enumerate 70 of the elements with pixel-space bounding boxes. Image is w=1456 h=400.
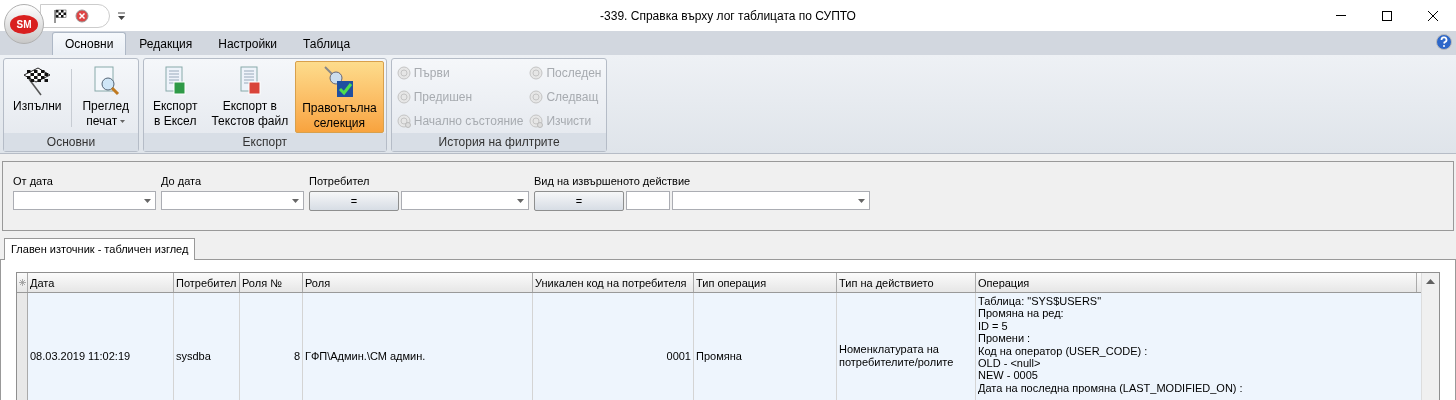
filter-label: Вид на извършеното действие <box>534 174 692 188</box>
code-field[interactable] <box>626 191 670 210</box>
operation-text-line: Промяна на ред: <box>978 307 1064 320</box>
ribbon-button[interactable]: Експорт в Текстов файл <box>204 61 296 133</box>
operation-text-line: Промени : <box>978 332 1031 345</box>
column-header[interactable]: Дата <box>28 273 174 292</box>
customize-toolbar-icon[interactable] <box>118 11 125 20</box>
close-icon <box>1428 10 1438 21</box>
ribbon-button[interactable]: Изпълни <box>6 61 69 133</box>
caret-icon <box>517 198 524 203</box>
column-header[interactable]: Потребител <box>174 273 240 292</box>
dropdown-field[interactable] <box>13 191 156 210</box>
next-record-icon <box>529 90 544 104</box>
vertical-scrollbar[interactable] <box>1421 273 1439 400</box>
caret-icon <box>858 198 865 203</box>
clear-icon <box>529 114 544 128</box>
column-header[interactable]: Тип на действието <box>837 273 976 292</box>
ribbon-button[interactable]: Експорт в Ексел <box>145 61 205 133</box>
table-cell: 08.03.2019 11:02:19 <box>30 349 131 363</box>
ribbon-group-title: Основни <box>4 133 138 151</box>
ribbon-tab[interactable]: Настройки <box>205 32 291 55</box>
checkered-flag-icon[interactable] <box>53 8 67 23</box>
table-cell: ГФП\Админ.\СМ админ. <box>305 349 426 363</box>
operation-text-line: Таблица: "SYS$USERS" <box>978 295 1102 308</box>
table-cell-text: Номенклатурата на потребителите/ролите <box>839 343 955 369</box>
column-header[interactable]: Уникален код на потребителя <box>533 273 694 292</box>
filter-label: Потребител <box>309 174 371 188</box>
spreadsheet-document-icon <box>162 65 189 97</box>
table-cell: sysdba <box>176 349 211 363</box>
filter-label: От дата <box>13 174 54 188</box>
operator-button[interactable]: = <box>309 191 399 211</box>
caret-icon <box>292 198 299 203</box>
ribbon-tab[interactable]: Редакция <box>126 32 206 55</box>
table-cell: 0001 <box>666 349 691 363</box>
operation-text-line: OLD - <null> <box>978 357 1041 370</box>
caret-icon <box>144 198 151 203</box>
table-cell: 8 <box>293 349 300 363</box>
operation-text-line: Дата на последна промяна (LAST_MODIFIED_ON) : <box>978 381 1243 395</box>
dropdown-field[interactable] <box>161 191 304 210</box>
view-tab[interactable]: Главен източник - табличен изглед <box>4 238 196 260</box>
ribbon-group-title: История на филтрите <box>391 133 607 151</box>
row-indicator[interactable] <box>17 293 28 400</box>
previous-record-icon <box>396 90 411 104</box>
ribbon-button[interactable]: Преглед печат <box>75 61 136 133</box>
column-header[interactable]: Роля <box>303 273 533 292</box>
caret-icon <box>120 120 126 124</box>
ribbon-button[interactable]: Правоъгълна селекция <box>295 61 384 133</box>
dropdown-field[interactable] <box>401 191 529 210</box>
maximize-icon <box>1382 10 1392 21</box>
first-record-icon <box>396 66 411 80</box>
reset-icon <box>396 114 411 128</box>
ribbon-tab[interactable]: Таблица <box>290 32 364 55</box>
column-header[interactable]: Роля № <box>240 273 303 292</box>
last-record-icon <box>529 66 544 80</box>
dropdown-field[interactable] <box>672 191 870 210</box>
ribbon-tab[interactable]: Основни <box>52 32 127 55</box>
operator-button[interactable]: = <box>534 191 624 211</box>
filter-label: До дата <box>161 174 203 188</box>
scroll-up-icon <box>1426 279 1435 284</box>
operation-text-line: Код на оператор (USER_CODE) : <box>978 344 1148 358</box>
ribbon-group-title: Експорт <box>143 133 386 151</box>
window-title: -339. Справка върху лог таблицата по СУПТО <box>600 7 856 25</box>
operation-text-line: ID = 5 <box>978 319 1008 333</box>
column-header[interactable]: Операция <box>976 273 1417 292</box>
column-header[interactable]: Тип операция <box>694 273 837 292</box>
operation-text-line: NEW - 0005 <box>978 369 1038 382</box>
table-cell: Промяна <box>696 349 742 363</box>
close-circle-icon[interactable] <box>75 8 89 23</box>
minimize-icon <box>1336 15 1346 16</box>
help-icon[interactable] <box>1436 34 1452 50</box>
